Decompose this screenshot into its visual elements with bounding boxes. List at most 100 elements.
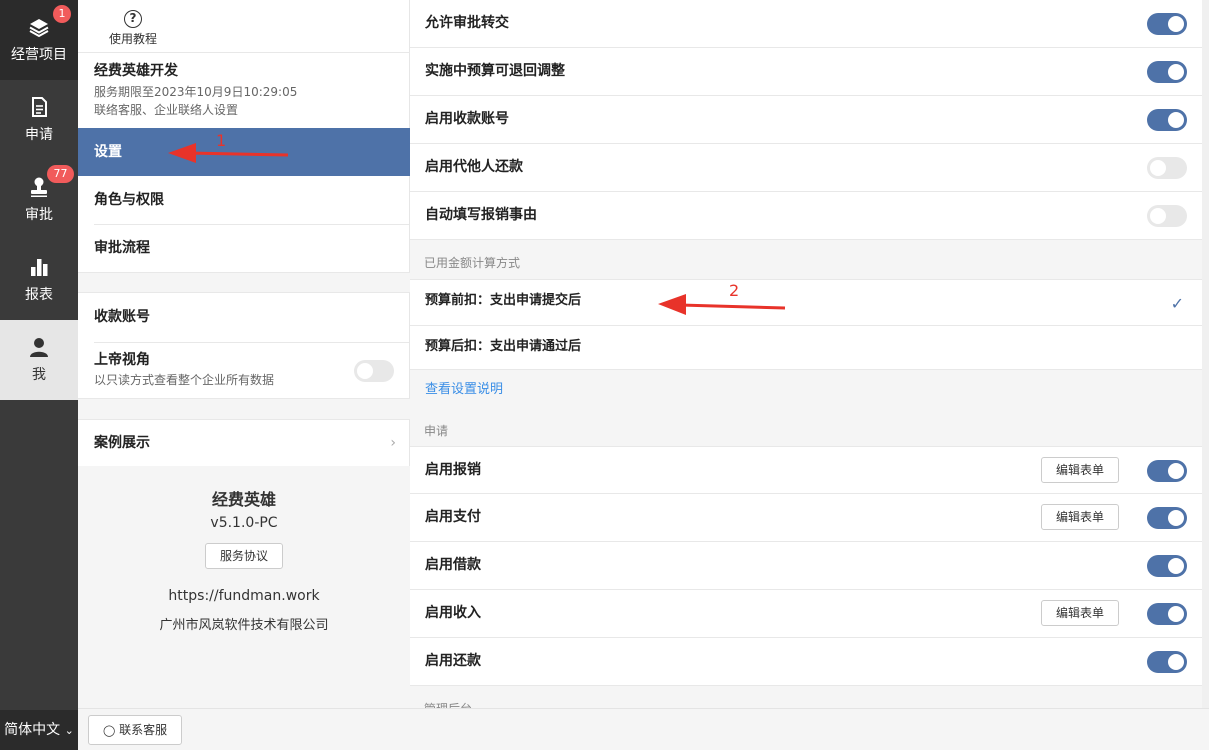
setting-row: 实施中预算可退回调整 [410, 48, 1202, 96]
scrollbar[interactable] [1202, 0, 1209, 708]
bar-chart-icon [31, 259, 48, 276]
contact-setting-link[interactable]: 联络客服、企业联络人设置 [94, 101, 238, 118]
repay-for-others-toggle[interactable] [1147, 157, 1187, 179]
section-gap: 管理后台 [410, 686, 1202, 708]
brand-name: 经费英雄 [211, 490, 276, 509]
apply-row: 启用还款 [410, 638, 1202, 686]
menu-item-cases[interactable]: 案例展示 › [78, 420, 410, 466]
settings-menu-panel: ? 使用教程 经费英雄开发 服务期限至2023年10月9日10:29:05 联络… [78, 0, 410, 708]
stamp-icon [31, 177, 47, 197]
edit-form-button[interactable]: 编辑表单 [1040, 600, 1119, 626]
setting-row: 允许审批转交 [410, 0, 1202, 48]
service-agreement-button[interactable]: 服务协议 [204, 543, 283, 569]
menu-item-settings[interactable]: 设置 [78, 128, 410, 176]
menu-item-roles[interactable]: 角色与权限 [78, 176, 410, 224]
loan-toggle[interactable] [1147, 555, 1187, 577]
nav-label-apply: 申请 [25, 127, 53, 143]
menu-item-accounts[interactable]: 收款账号 [78, 293, 410, 341]
agreement-wrap: 服务协议 [78, 543, 410, 569]
reimburse-toggle[interactable] [1147, 460, 1187, 482]
tutorial-button[interactable]: ? 使用教程 [108, 10, 158, 47]
apply-label: 启用报销 [425, 462, 481, 478]
annotation-number: 1 [216, 131, 227, 150]
setting-row: 自动填写报销事由 [410, 192, 1202, 240]
website-url[interactable]: https://fundman.work [78, 588, 410, 604]
contact-support-button[interactable]: ◯ 联系客服 [88, 715, 183, 745]
apply-label: 启用借款 [425, 557, 481, 573]
nav-item-me[interactable]: 我 [0, 320, 78, 400]
setting-label: 启用收款账号 [425, 111, 509, 127]
language-selector[interactable]: 简体中文 ⌄ [0, 710, 78, 750]
calc-option-label: 预算前扣：支出申请提交后 [425, 293, 582, 308]
calc-option-row[interactable]: 预算后扣：支出申请通过后 [410, 326, 1202, 370]
apply-row: 启用支付 编辑表单 [410, 494, 1202, 542]
section-header: 申请 [424, 424, 449, 438]
nav-label-approve: 审批 [25, 207, 53, 223]
setting-row: 启用收款账号 [410, 96, 1202, 144]
headset-icon: ◯ [103, 724, 116, 737]
chevron-down-icon: ⌄ [64, 724, 74, 737]
payee-account-toggle[interactable] [1147, 109, 1187, 131]
god-view-description: 以只读方式查看整个企业所有数据 [94, 373, 275, 387]
language-label: 简体中文 [4, 722, 61, 738]
nav-item-projects[interactable]: 经营项目 1 [0, 0, 78, 80]
menu-label-approval-flow: 审批流程 [94, 240, 150, 256]
tutorial-label: 使用教程 [108, 32, 157, 46]
menu-item-god-view: 上帝视角 以只读方式查看整个企业所有数据 [78, 342, 410, 398]
apply-label: 启用还款 [425, 653, 481, 669]
help-section: 查看设置说明 申请 [410, 370, 1202, 446]
allow-transfer-toggle[interactable] [1147, 13, 1187, 35]
god-view-title: 上帝视角 [94, 352, 150, 368]
apply-row: 启用收入 编辑表单 [410, 590, 1202, 638]
edit-form-button[interactable]: 编辑表单 [1040, 457, 1119, 483]
setting-label: 启用代他人还款 [425, 159, 523, 175]
apply-label: 启用收入 [425, 605, 481, 621]
repayment-toggle[interactable] [1147, 651, 1187, 673]
menu-item-approval-flow[interactable]: 审批流程 [78, 224, 410, 272]
calc-option-label: 预算后扣：支出申请通过后 [425, 339, 582, 354]
budget-return-toggle[interactable] [1147, 61, 1187, 83]
settings-content: 允许审批转交 实施中预算可退回调整 启用收款账号 启用代他人还款 自动填写报销事… [410, 0, 1202, 708]
user-icon [30, 338, 48, 357]
apply-row: 启用借款 [410, 542, 1202, 590]
chevron-right-icon: › [390, 435, 396, 451]
apply-label: 启用支付 [425, 509, 481, 525]
income-toggle[interactable] [1147, 603, 1187, 625]
nav-item-approve[interactable]: 审批 77 [0, 160, 78, 240]
nav-item-apply[interactable]: 申请 [0, 80, 78, 160]
setting-row: 启用代他人还款 [410, 144, 1202, 192]
settings-help-link[interactable]: 查看设置说明 [425, 378, 503, 397]
nav-item-reports[interactable]: 报表 [0, 240, 78, 320]
menu-label-cases: 案例展示 [94, 435, 150, 451]
org-name: 经费英雄开发 [94, 63, 178, 79]
god-view-toggle[interactable] [354, 360, 394, 382]
nav-label-reports: 报表 [25, 287, 53, 303]
service-period: 服务期限至2023年10月9日10:29:05 [94, 85, 298, 99]
help-icon: ? [124, 10, 142, 28]
checkmark-icon: ✓ [1170, 294, 1184, 313]
calc-option-row[interactable]: 预算前扣：支出申请提交后 ✓ [410, 280, 1202, 326]
layers-icon [29, 19, 49, 38]
document-icon [32, 97, 47, 117]
about-section: 经费英雄 v5.1.0-PC 服务协议 https://fundman.work… [78, 466, 410, 708]
notification-badge: 1 [53, 5, 71, 23]
setting-label: 允许审批转交 [425, 15, 509, 31]
payment-toggle[interactable] [1147, 507, 1187, 529]
edit-form-button[interactable]: 编辑表单 [1040, 504, 1119, 530]
menu-label-settings: 设置 [94, 144, 122, 160]
company-name: 广州市风岚软件技术有限公司 [159, 618, 329, 633]
menu-label-accounts: 收款账号 [94, 309, 150, 325]
annotation-number: 2 [729, 281, 740, 300]
approval-count-badge: 77 [47, 165, 74, 183]
section-header: 已用金额计算方式 [410, 240, 1202, 280]
section-gap [78, 272, 410, 293]
menu-label-roles: 角色与权限 [94, 192, 164, 208]
apply-row: 启用报销 编辑表单 [410, 446, 1202, 494]
app-version: v5.1.0-PC [210, 515, 278, 531]
setting-label: 自动填写报销事由 [425, 207, 537, 223]
contact-support-label: 联系客服 [119, 723, 168, 737]
setting-label: 实施中预算可退回调整 [425, 63, 565, 79]
auto-fill-reason-toggle[interactable] [1147, 205, 1187, 227]
nav-label-projects: 经营项目 [11, 47, 67, 63]
nav-label-me: 我 [32, 367, 46, 383]
